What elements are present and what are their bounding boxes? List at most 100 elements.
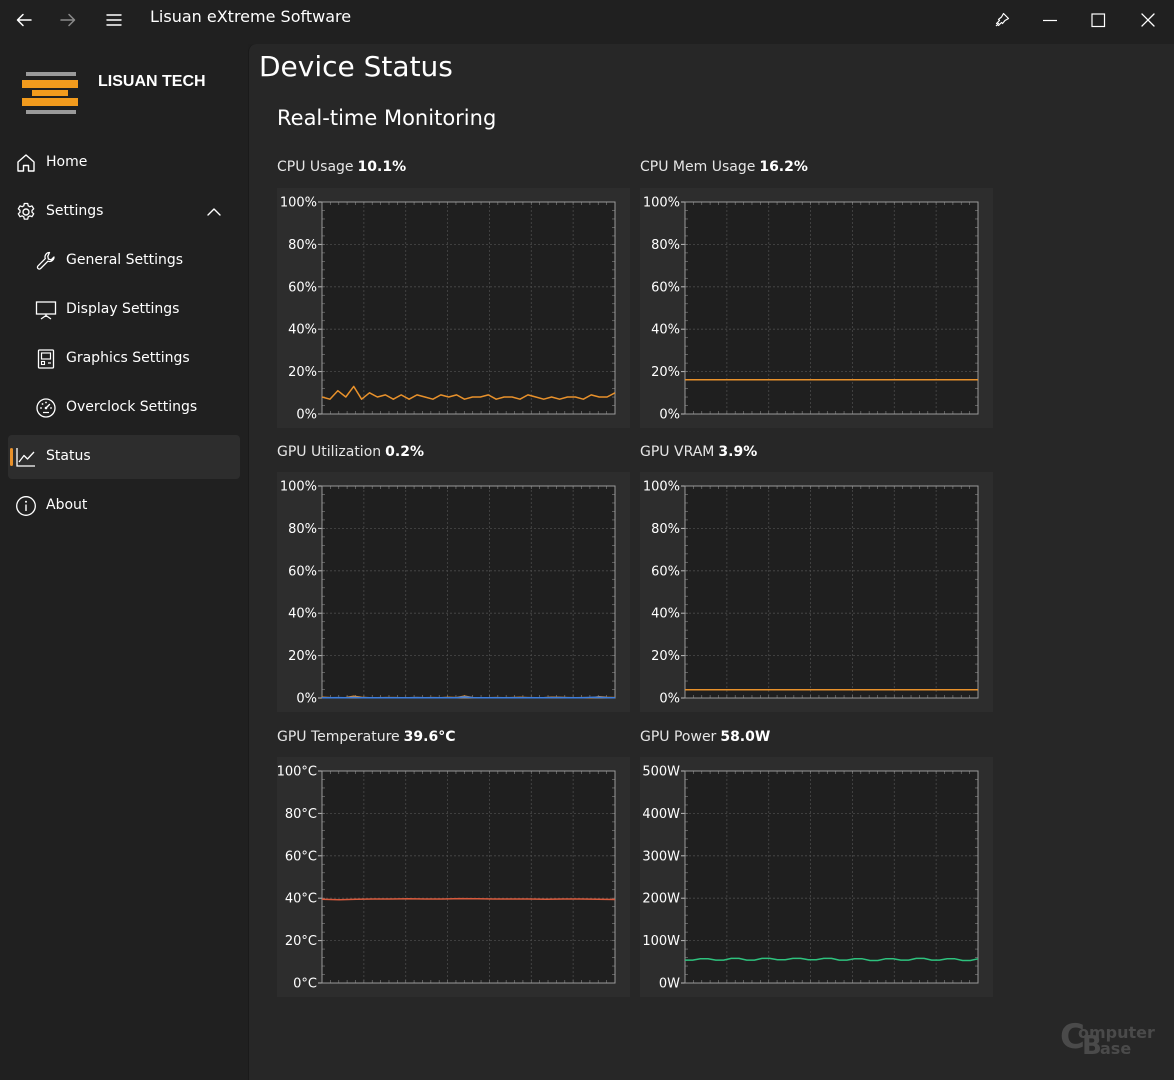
lisuan-logo [22, 72, 78, 114]
plot-area [685, 771, 978, 983]
y-tick-label: 20% [288, 365, 317, 380]
chevron-up-icon[interactable] [206, 204, 222, 220]
sidebar-item-label: Home [46, 154, 88, 170]
sidebar-item-general-settings[interactable]: General Settings [8, 239, 240, 283]
svg-text:ase: ase [1100, 1039, 1131, 1058]
sidebar-item-label: Status [46, 448, 91, 464]
chart-svg: 100% 80% 60% 40% 20% 0% [643, 196, 979, 423]
computerbase-watermark: C omputer B ase [1060, 1018, 1155, 1061]
y-tick-label: 100% [643, 196, 680, 211]
y-tick-label: 60% [288, 280, 317, 295]
y-tick-label: 100°C [277, 765, 317, 780]
svg-text:B: B [1082, 1031, 1102, 1061]
chart-svg: 100% 80% 60% 40% 20% 0% [280, 196, 616, 423]
sidebar-item-graphics-settings[interactable]: Graphics Settings [8, 337, 240, 381]
maximize-icon [1091, 13, 1106, 28]
display-icon [34, 298, 58, 322]
metric-label-gpu-power: GPU Power 58.0W [640, 729, 770, 745]
minimize-button[interactable] [1030, 0, 1070, 40]
chart-svg: 100°C 80°C 60°C 40°C 20°C 0°C [277, 765, 616, 992]
y-tick-label: 20°C [285, 934, 317, 949]
metric-label-gpu-temperature: GPU Temperature 39.6°C [277, 729, 456, 745]
y-tick-label: 80% [651, 238, 680, 253]
y-tick-label: 60% [288, 564, 317, 579]
y-tick-label: 0°C [293, 977, 317, 992]
metric-name: GPU Utilization [277, 444, 382, 460]
y-tick-label: 200W [642, 892, 680, 907]
sidebar-item-home[interactable]: Home [8, 141, 240, 185]
metric-name: CPU Usage [277, 159, 354, 175]
chart-icon [14, 445, 38, 469]
section-title: Real-time Monitoring [277, 106, 497, 130]
metric-label-gpu-utilization: GPU Utilization 0.2% [277, 444, 424, 460]
metric-value: 0.2% [385, 444, 424, 460]
page-title: Device Status [259, 50, 453, 83]
forward-button[interactable] [52, 0, 84, 40]
metric-value: 58.0W [720, 729, 771, 745]
y-tick-label: 40% [288, 607, 317, 622]
chart-svg: 100% 80% 60% 40% 20% 0% [643, 480, 979, 707]
y-tick-label: 20% [288, 649, 317, 664]
y-tick-label: 80°C [285, 807, 317, 822]
back-button[interactable] [8, 0, 40, 40]
y-tick-label: 400W [642, 807, 680, 822]
y-tick-label: 80% [651, 522, 680, 537]
sidebar-item-label: Overclock Settings [66, 399, 198, 415]
plot-area [322, 202, 615, 414]
y-tick-label: 20% [651, 649, 680, 664]
sidebar-item-label: About [46, 497, 88, 513]
y-tick-label: 0% [659, 408, 680, 423]
y-tick-label: 0W [659, 977, 680, 992]
close-button[interactable] [1128, 0, 1168, 40]
sidebar-item-display-settings[interactable]: Display Settings [8, 288, 240, 332]
metric-label-cpu-mem-usage: CPU Mem Usage 16.2% [640, 159, 808, 175]
arrow-left-icon [16, 13, 32, 27]
metric-label-cpu-usage: CPU Usage 10.1% [277, 159, 406, 175]
sidebar-item-settings[interactable]: Settings [8, 190, 240, 234]
metric-value: 16.2% [759, 159, 808, 175]
home-icon [14, 151, 38, 175]
menu-button[interactable] [98, 0, 130, 40]
metric-name: GPU VRAM [640, 444, 715, 460]
minimize-icon [1043, 19, 1057, 22]
metric-name: GPU Temperature [277, 729, 400, 745]
chart-cpu-usage: 100% 80% 60% 40% 20% 0% [277, 188, 630, 428]
chart-cpu-mem-usage: 100% 80% 60% 40% 20% 0% [640, 188, 993, 428]
sidebar-item-about[interactable]: About [8, 484, 240, 528]
wrench-icon [34, 249, 58, 273]
y-tick-label: 0% [296, 408, 317, 423]
y-tick-label: 100% [280, 196, 317, 211]
y-tick-label: 80% [288, 522, 317, 537]
sidebar-item-overclock-settings[interactable]: Overclock Settings [8, 386, 240, 430]
y-tick-label: 40% [651, 323, 680, 338]
chart-gpu-vram: 100% 80% 60% 40% 20% 0% [640, 472, 993, 712]
y-tick-label: 40% [651, 607, 680, 622]
y-tick-label: 100% [643, 480, 680, 495]
y-tick-label: 40% [288, 323, 317, 338]
y-tick-label: 80% [288, 238, 317, 253]
gear-icon [14, 200, 38, 224]
metric-value: 3.9% [718, 444, 758, 460]
metric-value: 10.1% [357, 159, 407, 175]
plot-area [322, 486, 615, 698]
pin-button[interactable] [984, 0, 1020, 40]
plot-area [685, 202, 978, 414]
hamburger-icon [106, 14, 122, 26]
metric-label-gpu-vram: GPU VRAM 3.9% [640, 444, 757, 460]
maximize-button[interactable] [1078, 0, 1118, 40]
sidebar: LISUAN TECH Home Settings General Settin… [0, 44, 248, 1080]
y-tick-label: 100W [642, 934, 680, 949]
sidebar-item-label: Display Settings [66, 301, 180, 317]
y-tick-label: 40°C [285, 892, 317, 907]
app-title: Lisuan eXtreme Software [150, 7, 352, 26]
chart-svg: 100% 80% 60% 40% 20% 0% [280, 480, 616, 707]
sidebar-item-label: General Settings [66, 252, 184, 268]
main-content: Device Status Real-time Monitoring CPU U… [248, 44, 1174, 1080]
close-icon [1141, 13, 1155, 27]
chart-gpu-temperature: 100°C 80°C 60°C 40°C 20°C 0°C [277, 757, 630, 997]
sidebar-item-status[interactable]: Status [8, 435, 240, 479]
gauge-icon [34, 396, 58, 420]
y-tick-label: 0% [659, 692, 680, 707]
y-tick-label: 60% [651, 564, 680, 579]
y-tick-label: 0% [296, 692, 317, 707]
